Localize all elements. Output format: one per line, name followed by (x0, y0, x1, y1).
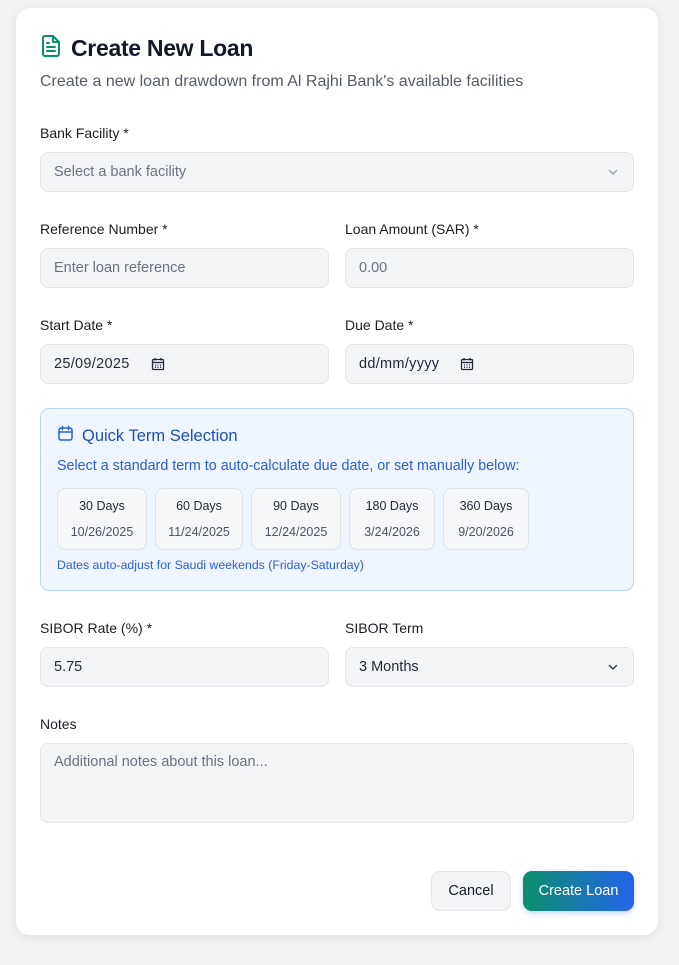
sibor-term-label: SIBOR Term (345, 620, 424, 636)
term-days: 60 Days (176, 499, 222, 513)
loan-amount-label: Loan Amount (SAR) * (345, 221, 479, 237)
term-option-30-days[interactable]: 30 Days 10/26/2025 (57, 488, 147, 550)
term-date: 10/26/2025 (70, 525, 134, 539)
term-options: 30 Days 10/26/2025 60 Days 11/24/2025 90… (57, 488, 529, 550)
cancel-button[interactable]: Cancel (431, 871, 511, 911)
term-option-90-days[interactable]: 90 Days 12/24/2025 (251, 488, 341, 550)
quick-term-description: Select a standard term to auto-calculate… (57, 458, 520, 474)
reference-number-placeholder: Enter loan reference (54, 260, 186, 276)
term-option-360-days[interactable]: 360 Days 9/20/2026 (443, 488, 529, 550)
term-days: 180 Days (365, 499, 419, 513)
page-title: Create New Loan (71, 35, 254, 61)
term-date: 12/24/2025 (264, 525, 328, 539)
reference-number-input[interactable]: Enter loan reference (40, 248, 329, 288)
term-option-60-days[interactable]: 60 Days 11/24/2025 (155, 488, 243, 550)
term-date: 11/24/2025 (168, 525, 230, 539)
notes-label: Notes (40, 716, 77, 732)
due-date-input[interactable]: dd/mm/yyyy (345, 344, 634, 384)
calendar-icon[interactable] (151, 357, 165, 371)
term-days: 360 Days (459, 499, 513, 513)
sibor-term-value: 3 Months (359, 659, 419, 675)
loan-amount-input[interactable]: 0.00 (345, 248, 634, 288)
notes-placeholder: Additional notes about this loan... (54, 754, 268, 770)
calendar-icon[interactable] (460, 357, 474, 371)
notes-textarea[interactable]: Additional notes about this loan... (40, 743, 634, 823)
sibor-rate-input[interactable]: 5.75 (40, 647, 329, 687)
term-option-180-days[interactable]: 180 Days 3/24/2026 (349, 488, 435, 550)
sibor-rate-value: 5.75 (54, 659, 83, 675)
quick-term-title: Quick Term Selection (82, 426, 238, 445)
quick-term-panel: Quick Term Selection Select a standard t… (40, 408, 634, 591)
due-date-label: Due Date * (345, 317, 414, 333)
calendar-icon (57, 425, 74, 447)
term-date: 3/24/2026 (364, 525, 420, 539)
sibor-rate-label: SIBOR Rate (%) * (40, 620, 153, 636)
term-days: 30 Days (79, 499, 125, 513)
page-subtitle: Create a new loan drawdown from Al Rajhi… (40, 73, 524, 90)
bank-facility-label: Bank Facility * (40, 125, 129, 141)
create-loan-card: Create New Loan Create a new loan drawdo… (16, 8, 658, 935)
chevron-down-icon (607, 166, 619, 182)
title-row: Create New Loan (40, 34, 253, 63)
quick-term-note: Dates auto-adjust for Saudi weekends (Fr… (57, 558, 364, 572)
start-date-label: Start Date * (40, 317, 113, 333)
chevron-down-icon (607, 661, 619, 677)
start-date-input[interactable]: 25/09/2025 (40, 344, 329, 384)
term-date: 9/20/2026 (458, 525, 514, 539)
bank-facility-placeholder: Select a bank facility (54, 164, 187, 180)
bank-facility-select[interactable]: Select a bank facility (40, 152, 634, 192)
term-days: 90 Days (273, 499, 319, 513)
start-date-value: 25/09/2025 (54, 356, 130, 372)
create-loan-button[interactable]: Create Loan (523, 871, 634, 911)
loan-amount-placeholder: 0.00 (359, 260, 388, 276)
quick-term-header: Quick Term Selection (57, 425, 238, 447)
sibor-term-select[interactable]: 3 Months (345, 647, 634, 687)
document-icon (40, 34, 62, 63)
reference-number-label: Reference Number * (40, 221, 168, 237)
due-date-value: dd/mm/yyyy (359, 356, 440, 372)
